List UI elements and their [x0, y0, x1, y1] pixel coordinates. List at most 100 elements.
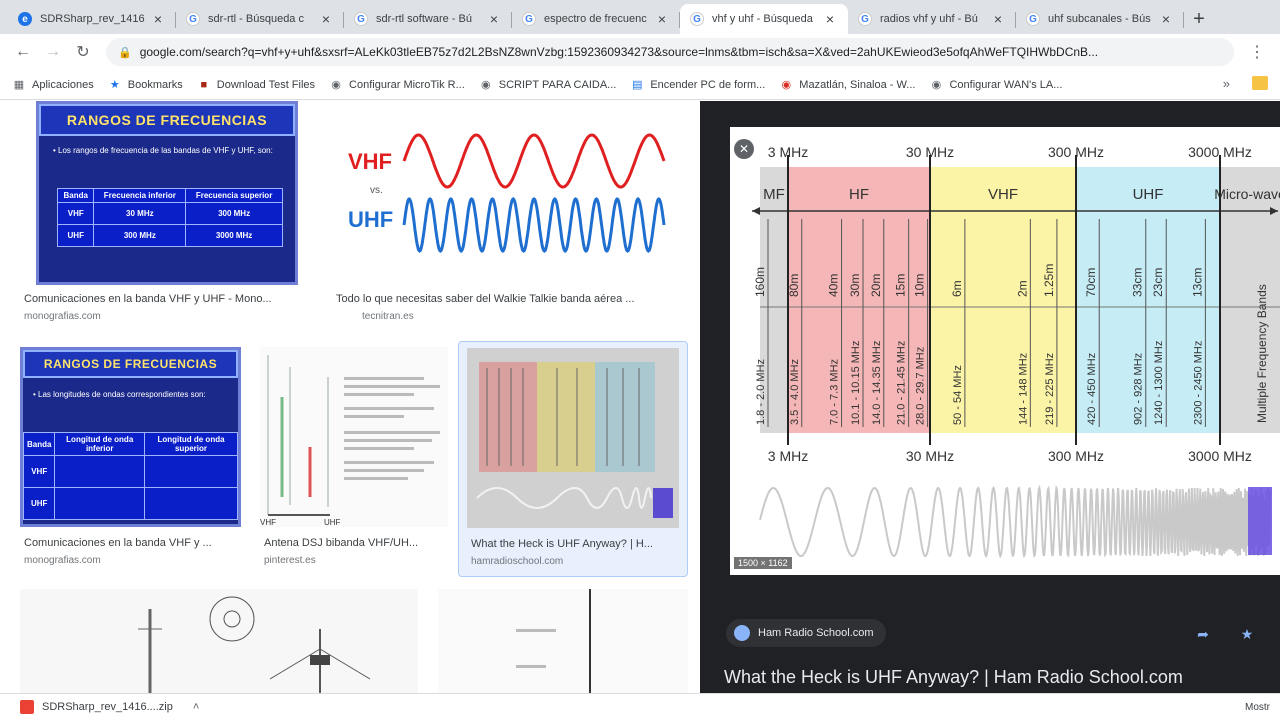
new-tab-button[interactable]: + — [1184, 4, 1214, 34]
bookmark-item[interactable]: ▤ Encender PC de form... — [630, 78, 765, 92]
source-site-link[interactable]: Ham Radio School.com — [726, 619, 886, 647]
image-size-badge: 1500 × 1162 — [734, 557, 792, 569]
wavelength-label: 23cm — [1151, 268, 1165, 297]
globe-icon — [734, 625, 750, 641]
download-item[interactable]: SDRSharp_rev_1416....zip — [42, 701, 173, 713]
spectrum-chart[interactable]: MF HF VHF UHF Micro-wave 3 MHz 3 MHz 30 MHz 30 M… — [730, 127, 1280, 575]
browser-tab[interactable]: Gespectro de frecuenc × — [512, 4, 680, 34]
result-thumbnail[interactable]: RANGOS DE FRECUENCIAS • Las longitudes d… — [20, 347, 241, 527]
result-caption[interactable]: Comunicaciones en la banda VHF y ... — [24, 537, 246, 549]
close-icon[interactable]: × — [150, 11, 166, 27]
tab-title: espectro de frecuenc — [544, 13, 647, 25]
google-icon: G — [354, 12, 368, 26]
tab-title: vhf y uhf - Búsqueda — [712, 13, 813, 25]
top-axis-label: 3 MHz — [768, 144, 808, 160]
back-arrow-icon[interactable]: ← — [8, 37, 38, 67]
more-options-icon[interactable]: ⋮ — [1242, 37, 1272, 67]
share-icon[interactable]: ➦ — [1190, 621, 1216, 647]
image-result[interactable]: VHF UHF Antena DSJ bibanda VHF/UH... pin… — [260, 347, 450, 577]
bookmark-label: Configurar WAN's LA... — [949, 78, 1063, 91]
band-label: Micro-wave — [1214, 186, 1280, 202]
bookmark-item[interactable]: ▦ Aplicaciones — [12, 78, 94, 92]
show-all-downloads[interactable]: Mostr — [1245, 702, 1270, 713]
result-caption[interactable]: Antena DSJ bibanda VHF/UH... — [264, 537, 448, 549]
wavelength-label: 20m — [869, 274, 883, 297]
bottom-axis-label: 30 MHz — [906, 448, 954, 464]
bookmark-label: Mazatlán, Sinaloa - W... — [799, 78, 916, 91]
weather-icon: ◉ — [781, 79, 792, 91]
frequency-label: 28.0 - 29.7 MHz — [915, 347, 927, 425]
table-cell — [54, 487, 145, 520]
thumbnail-table: Banda Longitud de onda inferior Longitud d… — [23, 432, 238, 520]
bottom-axis-label: 3000 MHz — [1188, 448, 1252, 464]
google-icon: G — [690, 12, 704, 26]
chevron-up-icon[interactable]: ˄ — [193, 701, 199, 713]
table-header-cell: Longitud de onda inferior — [54, 432, 145, 456]
bottom-axis-label: 3 MHz — [768, 448, 808, 464]
close-icon[interactable]: × — [654, 11, 670, 27]
spectrum-chart-svg: MF HF VHF UHF Micro-wave 3 MHz 3 MHz 30 MHz 30 M… — [752, 144, 1280, 559]
bookmark-item[interactable]: ■ Download Test Files — [197, 78, 315, 92]
browser-tab[interactable]: Guhf subcanales - Bús × — [1016, 4, 1184, 34]
result-caption[interactable]: Comunicaciones en la banda VHF y UHF - M… — [24, 293, 306, 305]
close-icon[interactable]: × — [486, 11, 502, 27]
bookmark-item[interactable]: ◉ Configurar WAN's LA... — [929, 78, 1063, 92]
table-cell — [144, 487, 238, 520]
band-label: VHF — [988, 186, 1018, 203]
wavelength-label: 30m — [848, 274, 862, 297]
image-result[interactable]: RANGOS DE FRECUENCIAS • Los rangos de fr… — [20, 101, 310, 331]
close-icon[interactable]: × — [1158, 11, 1174, 27]
close-icon[interactable]: × — [822, 11, 838, 27]
result-thumbnail[interactable]: VHF vs. UHF — [332, 101, 682, 285]
result-thumbnail[interactable]: VHF UHF — [260, 347, 448, 527]
source-site-name: Ham Radio School.com — [758, 627, 874, 639]
browser-tab[interactable]: Gvhf y uhf - Búsqueda × — [680, 4, 848, 34]
browser-tab[interactable]: Gsdr-rtl software - Bú × — [344, 4, 512, 34]
table-header-cell: Frecuencia superior — [185, 188, 283, 203]
result-source: tecnitran.es — [362, 311, 414, 322]
frequency-label: 420 - 450 MHz — [1086, 353, 1098, 425]
image-preview-panel: MF HF VHF UHF Micro-wave 3 MHz 3 MHz 30 MHz 30 M… — [700, 101, 1280, 693]
browser-tab[interactable]: Gsdr-rtl - Búsqueda c × — [176, 4, 344, 34]
close-icon[interactable]: × — [318, 11, 334, 27]
table-header-cell: Longitud de onda superior — [144, 432, 238, 456]
browser-tab[interactable]: e SDRSharp_rev_1416 × — [8, 4, 176, 34]
image-result[interactable]: VHF vs. UHF Todo lo que necesitas saber … — [332, 101, 682, 331]
uhf-axis-label: UHF — [324, 518, 341, 527]
wavelength-label: 80m — [787, 274, 801, 297]
table-cell — [144, 455, 238, 488]
bookmark-item[interactable]: ★ Bookmarks — [108, 78, 183, 92]
bookmark-icon[interactable]: ★ — [1234, 621, 1260, 647]
reload-icon[interactable]: ↻ — [68, 37, 98, 67]
wavelength-label: 160m — [753, 267, 767, 297]
close-icon[interactable]: ✕ — [734, 139, 754, 159]
vhf-wave — [402, 133, 666, 189]
table-cell: 300 MHz — [185, 202, 283, 225]
image-result[interactable] — [438, 589, 688, 693]
result-thumbnail[interactable]: RANGOS DE FRECUENCIAS • Los rangos de fr… — [36, 101, 298, 285]
table-cell: VHF — [23, 455, 56, 488]
bookmark-label: Aplicaciones — [32, 78, 94, 91]
close-icon[interactable]: × — [990, 11, 1006, 27]
preview-title[interactable]: What the Heck is UHF Anyway? | Ham Radio… — [724, 667, 1183, 688]
tab-title: radios vhf y uhf - Bú — [880, 13, 978, 25]
address-bar[interactable]: 🔒 google.com/search?q=vhf+y+uhf&sxsrf=AL… — [106, 38, 1234, 66]
result-caption[interactable]: Todo lo que necesitas saber del Walkie T… — [336, 293, 678, 305]
image-result[interactable]: RANGOS DE FRECUENCIAS • Las longitudes d… — [20, 347, 250, 577]
frequency-label: 7.0 - 7.3 MHz — [829, 359, 841, 425]
bookmarks-overflow-icon[interactable]: » — [1223, 76, 1230, 91]
bookmark-item[interactable]: ◉ Configurar MicroTik R... — [329, 78, 465, 92]
bookmark-item[interactable]: ◉ Mazatlán, Sinaloa - W... — [779, 78, 915, 92]
forward-arrow-icon[interactable]: → — [38, 37, 68, 67]
bookmark-item[interactable]: ◉ SCRIPT PARA CAIDA... — [479, 78, 616, 92]
tab-title: sdr-rtl - Búsqueda c — [208, 13, 304, 25]
browser-tab[interactable]: Gradios vhf y uhf - Bú × — [848, 4, 1016, 34]
vhf-axis-label: VHF — [260, 518, 276, 527]
image-result[interactable] — [20, 589, 418, 693]
other-bookmarks-folder-icon[interactable] — [1252, 76, 1268, 90]
wavelength-label: 13cm — [1190, 268, 1204, 297]
result-thumbnail[interactable] — [467, 348, 679, 528]
result-caption[interactable]: What the Heck is UHF Anyway? | H... — [471, 538, 683, 550]
image-result-selected[interactable]: What the Heck is UHF Anyway? | H... hamr… — [458, 341, 688, 577]
bookmark-label: Download Test Files — [216, 78, 316, 91]
